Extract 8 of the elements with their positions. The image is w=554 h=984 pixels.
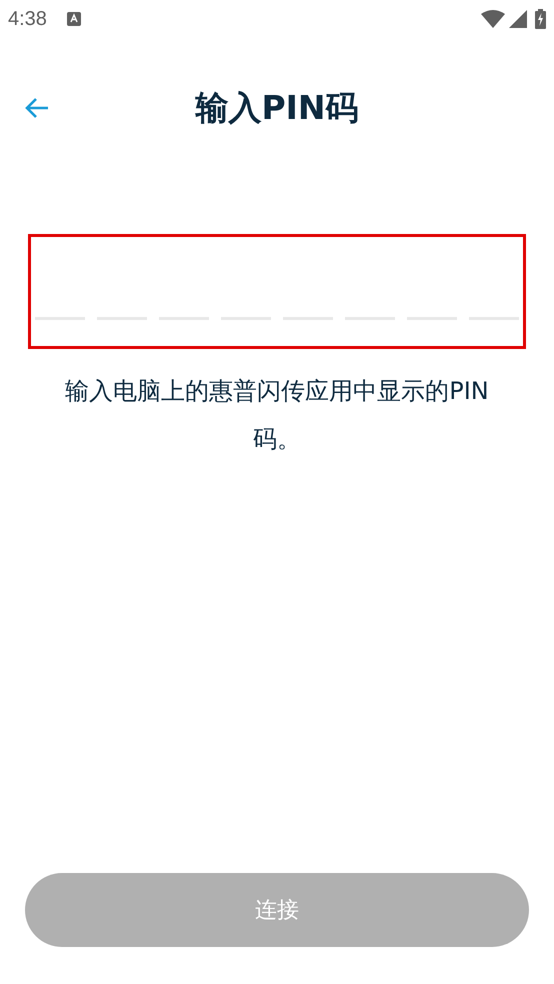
signal-icon: [509, 10, 527, 28]
battery-charging-icon: [535, 9, 546, 29]
status-time: 4:38: [8, 7, 47, 32]
keyboard-notification-icon: [66, 12, 81, 26]
page-title: 输入PIN码: [195, 87, 359, 130]
wifi-icon: [481, 10, 505, 28]
instruction-text: 输入电脑上的惠普闪传应用中显示的PIN码。: [64, 376, 490, 455]
connect-button: 连接: [25, 873, 529, 947]
